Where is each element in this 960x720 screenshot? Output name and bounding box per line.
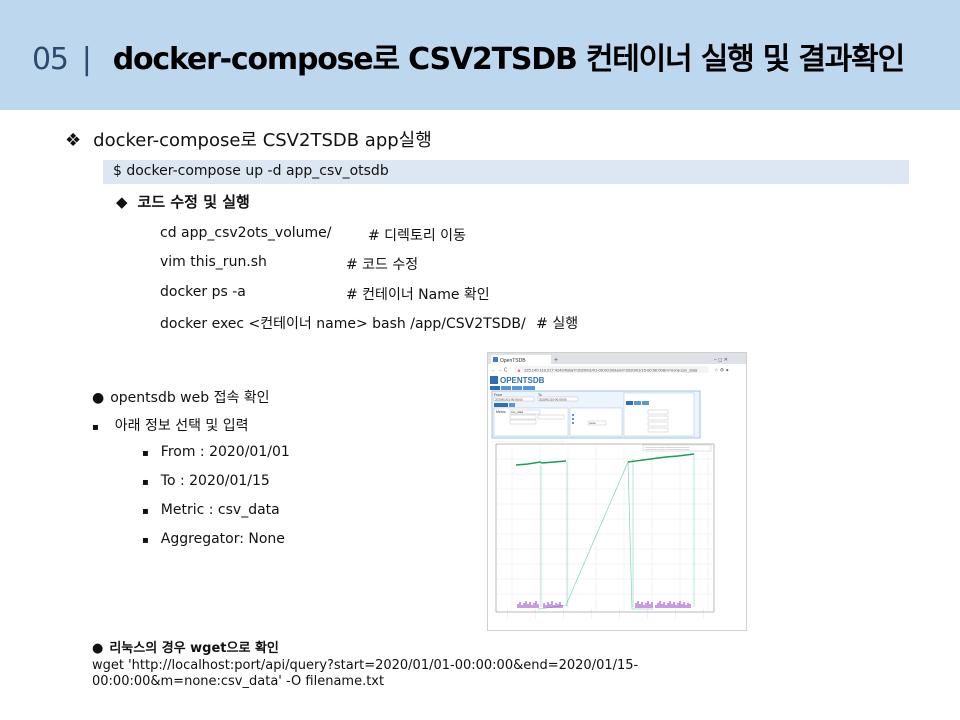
code-comment: # 컨테이너 Name 확인 [346,287,490,303]
code-comment: # 디렉토리 이동 [368,228,466,244]
square-bullet-icon: ▪ [92,422,99,433]
section2-title: 코드 수정 및 실행 [137,193,250,211]
section4-title: 리눅스의 경우 wget으로 확인 [109,641,279,656]
svg-text:+: + [554,357,558,364]
svg-text:············: ············ [506,608,509,619]
section1-title: docker-compose로 CSV2TSDB app실행 [93,130,432,151]
square-bullet-icon: ▪ [142,477,149,488]
code-command: vim this_run.sh [160,254,267,270]
section3-heading: ● opentsdb web 접속 확인 [92,387,270,407]
list-item: ▪ To : 2020/01/15 [142,473,270,489]
section3-subheading: ▪ 아래 정보 선택 및 입력 [92,415,249,435]
svg-text:············: ············ [590,608,593,619]
opentsdb-logo: OPENTSDB [500,376,545,385]
code-line: docker exec <컨테이너 name> bash /app/CSV2TS… [160,313,578,333]
svg-text:······························: ········································… [491,439,564,443]
list-item: ▪ Metric : csv_data [142,502,280,518]
wget-command-line1: wget 'http://localhost:port/api/query?st… [92,658,639,673]
svg-text:– ◻ ✕: – ◻ ✕ [714,357,728,363]
code-comment: # 실행 [536,316,579,332]
title-separator: | [81,42,92,77]
section3-title: opentsdb web 접속 확인 [110,390,270,406]
aggregator-field: none [589,421,596,425]
code-line: cd app_csv2ots_volume/ [160,225,332,241]
svg-text:————— ——— ——————————: ————— ——— —————————— [645,449,690,452]
section3-subtitle: 아래 정보 선택 및 입력 [114,418,249,434]
code-command: cd app_csv2ots_volume/ [160,225,332,241]
code-line: vim this_run.sh [160,254,267,270]
list-item-text: From : 2020/01/01 [160,444,290,460]
command-text: $ docker-compose up -d app_csv_otsdb [113,163,389,179]
title-text: docker-compose로 CSV2TSDB 컨테이너 실행 및 결과확인 [112,42,905,77]
browser-url: 125.140.110.217:4242/#start=2020/01/01-0… [524,368,698,373]
svg-text:············: ············ [618,608,621,619]
square-bullet-icon: ▪ [142,448,149,459]
square-bullet-icon: ▪ [142,535,149,546]
metric-label: Metric: [496,410,507,414]
header-band: 05 | docker-compose로 CSV2TSDB 컨테이너 실행 및 결과… [0,0,960,110]
svg-text:▲: ▲ [517,368,521,373]
section1-heading: ❖ docker-compose로 CSV2TSDB app실행 [65,126,432,152]
opentsdb-screenshot: OpenTSDB + – ◻ ✕ ← → C ▲ 125.140.110.217… [487,352,747,631]
square-bullet-icon: ▪ [142,506,149,517]
circle-bullet-icon: ● [92,641,104,656]
slide-number: 05 [32,42,69,77]
diamond-bullet-icon: ❖ [65,130,82,151]
svg-text:← → C: ← → C [491,368,508,374]
svg-text:············: ············ [562,608,565,619]
list-item: ▪ Aggregator: None [142,531,285,547]
slide-title: 05 | docker-compose로 CSV2TSDB 컨테이너 실행 및 결과… [32,34,905,78]
browser-tab-title: OpenTSDB [500,358,526,364]
circle-bullet-icon: ● [92,390,105,406]
code-comment: # 코드 수정 [346,257,419,273]
svg-text:············: ············ [702,608,705,619]
command-box: $ docker-compose up -d app_csv_otsdb [103,160,909,184]
code-command: docker exec <컨테이너 name> bash /app/CSV2TS… [160,316,526,332]
list-item-text: Aggregator: None [160,531,285,547]
code-line: docker ps -a [160,284,246,300]
section2-heading: ◆ 코드 수정 및 실행 [116,191,250,212]
svg-text:☆ ⚙ ●: ☆ ⚙ ● [714,368,729,374]
list-item-text: To : 2020/01/15 [160,473,270,489]
wget-command-line2: 00:00:00&m=none:csv_data' -O filename.tx… [92,674,385,689]
svg-text:············: ············ [674,608,677,619]
svg-text:············: ············ [534,608,537,619]
code-command: docker ps -a [160,284,246,300]
svg-text:············: ············ [646,608,649,619]
metric-field: csv_data [511,410,523,414]
from-field: 2020/01/01-00:00:00 [495,397,523,401]
section4-heading: ● 리눅스의 경우 wget으로 확인 [92,641,279,656]
to-field: 2020/01/15-00:00:00 [539,397,567,401]
filled-diamond-bullet-icon: ◆ [116,193,128,211]
list-item-text: Metric : csv_data [160,502,280,518]
list-item: ▪ From : 2020/01/01 [142,444,290,460]
